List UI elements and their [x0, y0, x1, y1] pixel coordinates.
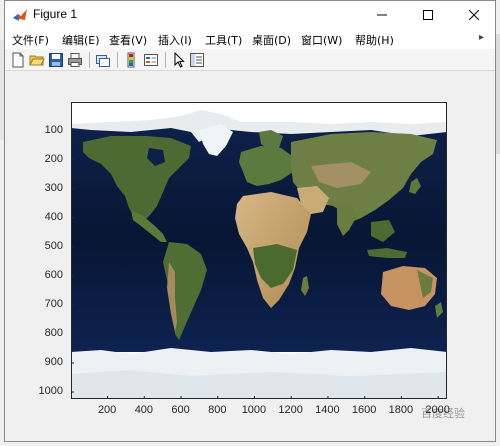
menu-insert[interactable]: 插入(I): [158, 32, 192, 48]
edit-plot-pointer-icon[interactable]: [171, 52, 187, 68]
y-tick-label: 300: [44, 181, 63, 194]
insert-colorbar-icon[interactable]: [123, 52, 139, 68]
insert-legend-icon[interactable]: [143, 52, 159, 68]
y-tick-label: 700: [44, 297, 63, 310]
close-button[interactable]: [451, 1, 497, 29]
link-plot-icon[interactable]: [95, 52, 111, 68]
y-tick-label: 800: [44, 326, 63, 339]
figure-window: Figure 1 文件(F) 编辑(E) 查看(V) 插入(I) 工具(T) 桌…: [4, 0, 496, 442]
figure-toolbar: [5, 49, 495, 71]
save-icon[interactable]: [48, 52, 64, 68]
axes[interactable]: [71, 102, 447, 399]
menu-help[interactable]: 帮助(H): [355, 32, 394, 48]
minimize-button[interactable]: [359, 1, 405, 29]
x-tick-label: 1000: [241, 404, 267, 416]
title-bar[interactable]: Figure 1: [5, 1, 495, 29]
y-tick-label: 1000: [38, 385, 63, 398]
antarctica-shade: [71, 370, 447, 399]
x-tick-label: 1400: [315, 404, 340, 416]
open-file-icon[interactable]: [29, 52, 45, 68]
y-tick-label: 600: [44, 268, 63, 281]
toolbar-separator: [117, 52, 118, 68]
menu-chevron-icon[interactable]: ▸: [479, 32, 484, 43]
menu-desktop[interactable]: 桌面(D): [252, 32, 291, 48]
y-tick-label: 100: [44, 123, 63, 136]
menu-bar: 文件(F) 编辑(E) 查看(V) 插入(I) 工具(T) 桌面(D) 窗口(W…: [5, 29, 495, 49]
print-icon[interactable]: [67, 52, 83, 68]
minimize-icon: [377, 14, 387, 16]
y-tick-label: 200: [44, 152, 63, 165]
y-tick-label: 900: [44, 356, 63, 368]
toolbar-separator: [89, 52, 90, 68]
window-title: Figure 1: [33, 7, 78, 21]
toolbar-separator: [165, 52, 166, 68]
x-tick-label: 1800: [388, 404, 414, 416]
menu-window[interactable]: 窗口(W): [301, 32, 342, 48]
matlab-logo-icon: [12, 7, 28, 23]
figure-canvas[interactable]: 百度经验 100 200 300 400 500 600 700 800 900 1000 200 4…: [5, 71, 495, 441]
x-tick-label: 600: [171, 404, 190, 416]
x-tick-label: 2000: [425, 404, 450, 416]
y-tick-label: 500: [44, 239, 63, 252]
x-tick-label: 1200: [278, 404, 303, 416]
maximize-icon: [423, 10, 433, 20]
maximize-button[interactable]: [405, 1, 451, 29]
x-tick-label: 400: [134, 404, 154, 416]
x-tick-label: 800: [208, 404, 227, 416]
new-figure-icon[interactable]: [10, 52, 26, 68]
close-icon: [469, 10, 479, 20]
y-tick-label: 400: [44, 210, 63, 223]
x-tick-label: 1600: [351, 404, 377, 416]
menu-tools[interactable]: 工具(T): [205, 32, 242, 48]
menu-edit[interactable]: 编辑(E): [62, 32, 100, 48]
menu-file[interactable]: 文件(F): [12, 32, 49, 48]
property-inspector-icon[interactable]: [189, 52, 205, 68]
menu-view[interactable]: 查看(V): [109, 32, 147, 48]
x-tick-label: 200: [97, 404, 117, 416]
